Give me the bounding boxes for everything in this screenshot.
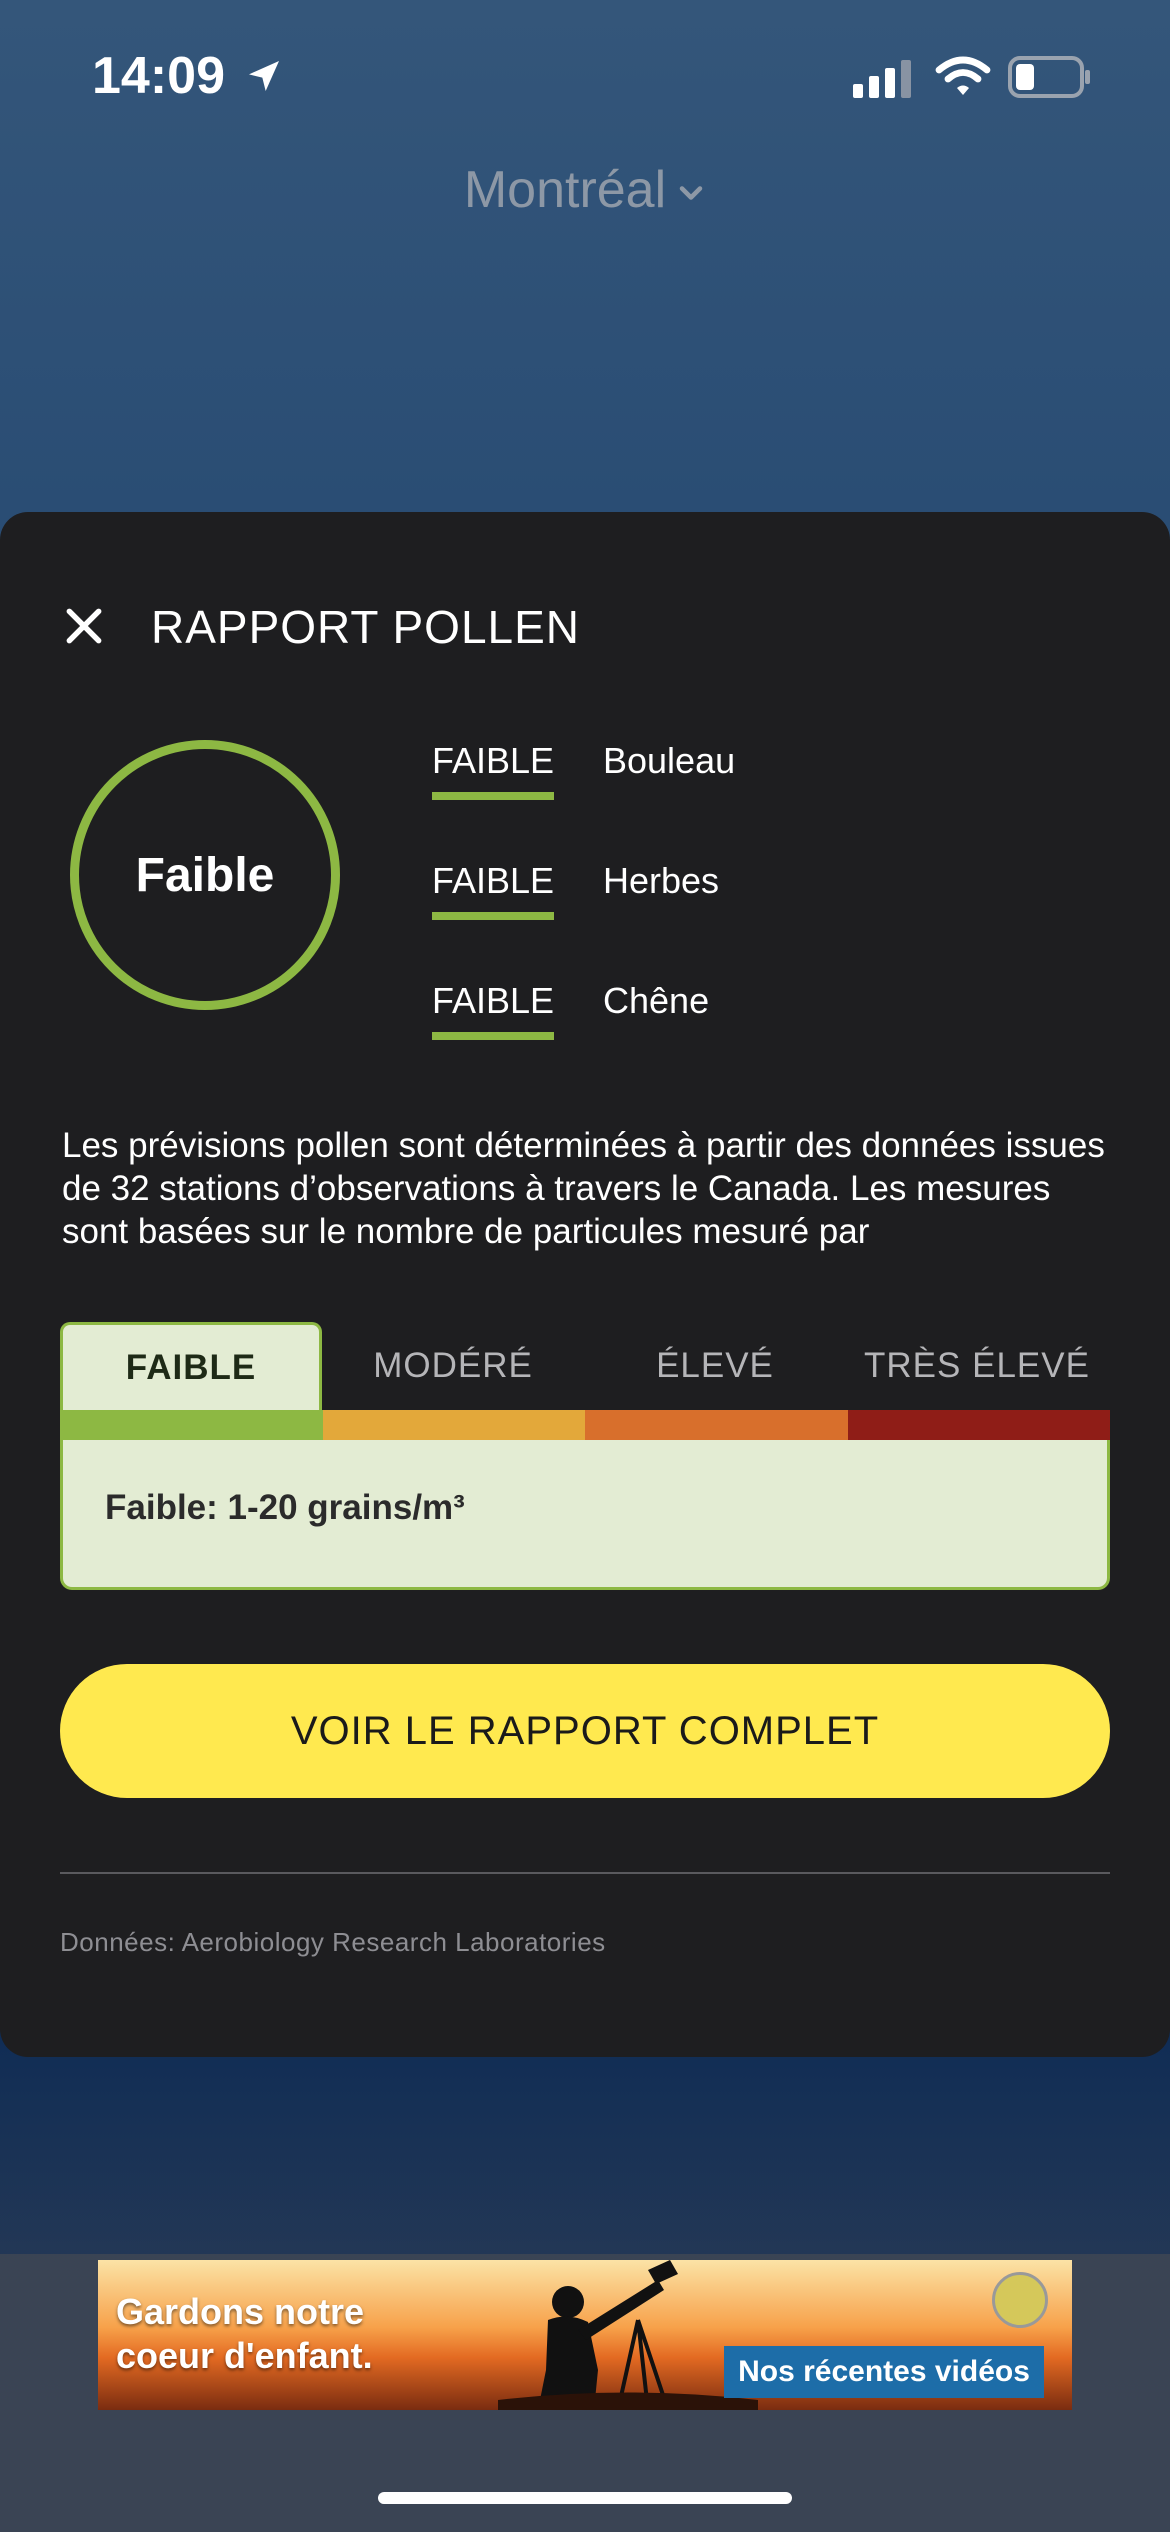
pollen-level: FAIBLE — [432, 980, 555, 1021]
divider — [60, 1872, 1110, 1874]
city-name: Montréal — [463, 161, 667, 219]
pollen-report-sheet: RAPPORT POLLEN Faible FAIBLE Bouleau FAI… — [0, 512, 1170, 2057]
ad-banner[interactable]: Gardons notre coeur d'enfant. Nos récent… — [98, 2260, 1072, 2410]
scale-detail-box: Faible: 1-20 grains/m³ — [60, 1440, 1110, 1590]
chevron-down-icon — [679, 186, 703, 201]
pollen-description: Les prévisions pollen sont déterminées à… — [62, 1126, 1105, 1251]
level-underline — [432, 792, 554, 800]
cellular-signal-icon — [853, 60, 911, 98]
pollen-name: Bouleau — [603, 740, 736, 781]
tab-modere[interactable]: MODÉRÉ — [322, 1322, 584, 1410]
scale-segment-modere — [322, 1410, 585, 1440]
pollen-scale: FAIBLE MODÉRÉ ÉLEVÉ TRÈS ÉLEVÉ Faible: 1… — [60, 1322, 1110, 1590]
full-report-button[interactable]: VOIR LE RAPPORT COMPLET — [60, 1664, 1110, 1798]
wifi-icon — [935, 56, 991, 95]
battery-icon — [1008, 56, 1090, 98]
pollen-name: Herbes — [603, 860, 720, 901]
pollen-level: FAIBLE — [432, 860, 555, 901]
city-selector[interactable]: Montréal — [0, 160, 1170, 220]
scale-segment-eleve — [585, 1410, 848, 1440]
child-telescope-silhouette — [498, 2260, 758, 2410]
overall-level-ring: Faible — [70, 740, 340, 1010]
tab-tres-eleve[interactable]: TRÈS ÉLEVÉ — [846, 1322, 1108, 1410]
status-bar: 14:09 — [0, 0, 1170, 150]
ad-banner-area: Gardons notre coeur d'enfant. Nos récent… — [0, 2254, 1170, 2532]
data-source-credit: Données: Aerobiology Research Laboratori… — [60, 1927, 606, 1957]
close-icon[interactable] — [62, 604, 106, 648]
ad-headline: Gardons notre coeur d'enfant. — [116, 2290, 373, 2378]
tab-faible[interactable]: FAIBLE — [60, 1322, 322, 1410]
level-underline — [432, 912, 554, 920]
ad-cta-button[interactable]: Nos récentes vidéos — [724, 2346, 1044, 2398]
scale-segment-faible — [60, 1410, 323, 1440]
overall-level-label: Faible — [135, 848, 275, 902]
pollen-level: FAIBLE — [432, 740, 555, 781]
status-time: 14:09 — [92, 47, 225, 105]
location-arrow-icon — [249, 61, 279, 91]
level-underline — [432, 1032, 554, 1040]
scale-detail-text: Faible: 1-20 grains/m³ — [105, 1488, 465, 1527]
scale-tabs: FAIBLE MODÉRÉ ÉLEVÉ TRÈS ÉLEVÉ — [60, 1322, 1110, 1410]
ad-logo-icon — [992, 2272, 1048, 2328]
home-indicator[interactable] — [378, 2492, 792, 2504]
pollen-name: Chêne — [603, 980, 710, 1021]
scale-segment-tres-eleve — [847, 1410, 1110, 1440]
ad-headline-line: coeur d'enfant. — [116, 2335, 373, 2376]
scale-color-bar — [60, 1410, 1110, 1440]
tab-eleve[interactable]: ÉLEVÉ — [584, 1322, 846, 1410]
sheet-title: RAPPORT POLLEN — [151, 601, 581, 653]
ad-headline-line: Gardons notre — [116, 2291, 365, 2332]
